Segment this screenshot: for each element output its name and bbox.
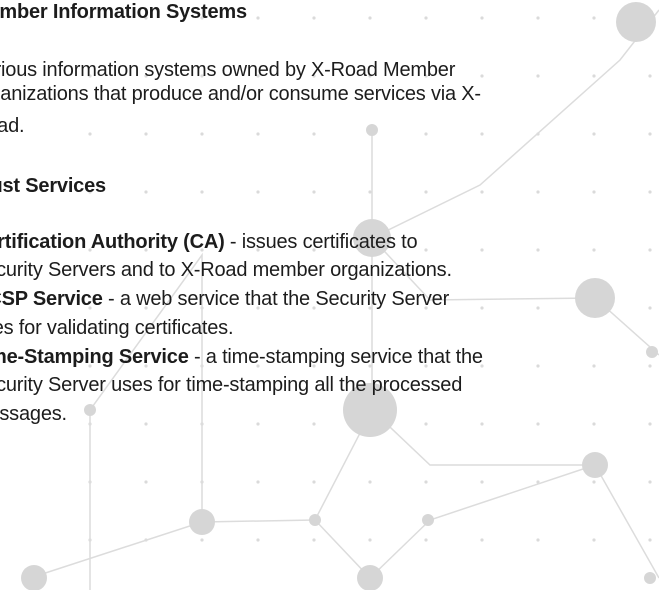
grid-dot [536,306,540,310]
grid-dot [480,190,484,194]
grid-dot [88,132,92,136]
grid-dot [312,422,316,426]
trust-service-line: Time-Stamping Service - a time-stamping … [0,346,483,368]
grid-dot [480,16,484,20]
grid-dot [256,132,260,136]
grid-dot [592,248,596,252]
grid-dot [424,538,428,542]
grid-dot [536,248,540,252]
grid-dot [648,480,652,484]
grid-dot [200,190,204,194]
grid-dot [536,538,540,542]
trust-service-line: Security Servers and to X-Road member or… [0,259,452,281]
trust-service-line: OCSP Service - a web service that the Se… [0,288,450,310]
network-node [84,404,96,416]
grid-dot [312,480,316,484]
grid-dot [256,480,260,484]
network-node [616,2,656,42]
grid-dot [200,132,204,136]
network-node [582,452,608,478]
grid-dot [312,190,316,194]
network-node [189,509,215,535]
grid-dot [592,16,596,20]
grid-dot [480,422,484,426]
grid-dot [312,132,316,136]
network-node [644,572,656,584]
trust-service-line: uses for validating certificates. [0,317,234,339]
network-node [646,346,658,358]
grid-dot [592,74,596,78]
grid-dot [312,538,316,542]
grid-dot [480,248,484,252]
grid-dot [648,364,652,368]
grid-dot [424,132,428,136]
grid-dot [648,538,652,542]
grid-dot [480,538,484,542]
network-node [21,565,47,590]
network-line [371,9,659,240]
trust-service-line: Certification Authority (CA) - issues ce… [0,231,418,253]
heading-trust-services: Trust Services [0,175,106,197]
grid-dot [312,16,316,20]
grid-dot [368,538,372,542]
grid-dot [424,480,428,484]
grid-dot [144,422,148,426]
grid-dot [256,538,260,542]
grid-dot [648,190,652,194]
grid-dot [536,364,540,368]
body-line: Road. [0,115,25,137]
network-node [357,565,383,590]
network-line [314,464,596,580]
grid-dot [536,422,540,426]
grid-dot [648,132,652,136]
grid-dot [424,190,428,194]
network-node [575,278,615,318]
grid-dot [424,248,428,252]
grid-dot [256,422,260,426]
grid-dot [480,480,484,484]
grid-dot [368,190,372,194]
grid-dot [592,132,596,136]
network-node [366,124,378,136]
trust-service-line: Security Server uses for time-stamping a… [0,374,463,396]
grid-dot [648,248,652,252]
network-node [309,514,321,526]
grid-dot [424,16,428,20]
grid-dot [368,16,372,20]
grid-dot [200,538,204,542]
trust-service-line: messages. [0,403,67,425]
grid-dot [144,132,148,136]
grid-dot [424,422,428,426]
grid-dot [480,306,484,310]
grid-dot [536,16,540,20]
grid-dot [592,480,596,484]
grid-dot [592,422,596,426]
body-line: organizations that produce and/or consum… [0,83,481,105]
grid-dot [648,306,652,310]
grid-dot [536,190,540,194]
grid-dot [144,480,148,484]
grid-dot [592,190,596,194]
grid-dot [368,480,372,484]
grid-dot [256,190,260,194]
grid-dot [648,422,652,426]
grid-dot [648,74,652,78]
grid-dot [536,74,540,78]
grid-dot [592,364,596,368]
body-line: Various information systems owned by X-R… [0,59,456,81]
grid-dot [480,132,484,136]
grid-dot [592,538,596,542]
grid-dot [144,190,148,194]
grid-dot [256,16,260,20]
heading-member-information-systems: Member Information Systems [0,1,247,23]
grid-dot [480,74,484,78]
network-line [371,409,659,579]
network-node [422,514,434,526]
